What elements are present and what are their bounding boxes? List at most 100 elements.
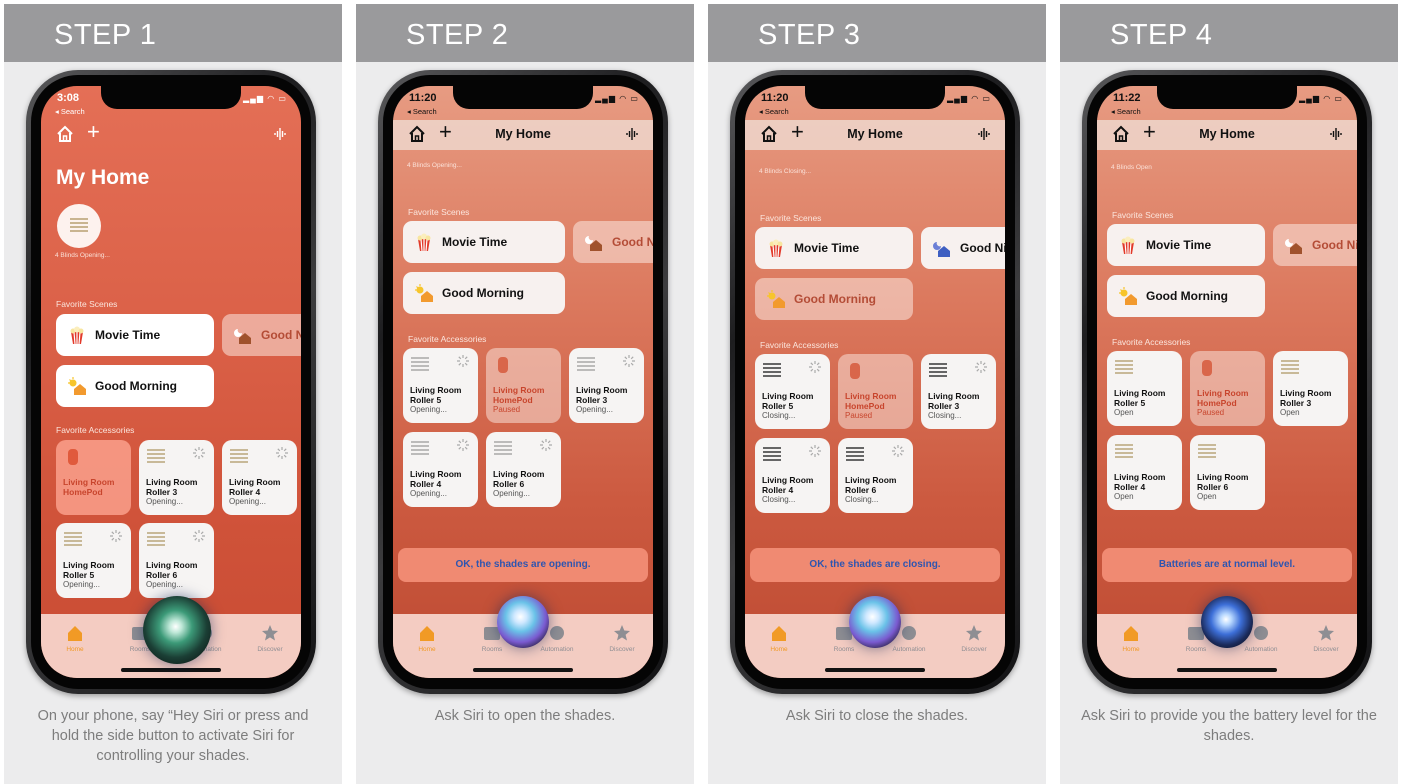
siri-orb[interactable] xyxy=(849,596,901,648)
blinds-icon xyxy=(1115,360,1133,374)
tab-discover[interactable]: Discover xyxy=(1300,624,1352,653)
accessory-roller-tile[interactable]: Living Room Roller 5 Open xyxy=(1107,351,1182,426)
accessory-status: Open xyxy=(1114,408,1134,417)
scene-label: Movie Time xyxy=(794,241,860,255)
accessory-roller-tile[interactable]: Living Room Roller 3 Open xyxy=(1273,351,1348,426)
tab-home[interactable]: Home xyxy=(1105,624,1157,653)
blinds-group-button[interactable] xyxy=(57,204,101,248)
tab-label: Automation xyxy=(892,646,926,653)
accessory-roller-tile[interactable]: Living Room Roller 3 Opening... xyxy=(569,348,644,423)
spinner-icon xyxy=(193,530,205,542)
status-time: 11:20 xyxy=(761,92,789,104)
sunrise-house-icon xyxy=(68,377,86,395)
add-button[interactable]: + xyxy=(87,121,100,143)
scene-label: Good Nig xyxy=(960,241,1005,255)
tab-home[interactable]: Home xyxy=(49,624,101,653)
siri-waveform-icon[interactable] xyxy=(625,127,639,141)
accessory-roller-tile[interactable]: Living Room Roller 4 Opening... xyxy=(403,432,478,507)
tab-discover[interactable]: Discover xyxy=(596,624,648,653)
home-indicator xyxy=(121,668,221,672)
accessory-roller-tile[interactable]: Living Room Roller 3 Opening... xyxy=(139,440,214,515)
accessory-roller-tile[interactable]: Living Room Roller 3 Closing... xyxy=(921,354,996,429)
siri-orb[interactable] xyxy=(497,596,549,648)
accessory-homepod-tile[interactable]: Living Room HomePod Paused xyxy=(1190,351,1265,426)
moon-house-icon xyxy=(1285,239,1302,254)
siri-waveform-icon[interactable] xyxy=(1329,127,1343,141)
accessory-roller-tile[interactable]: Living Room Roller 6 Opening... xyxy=(139,523,214,598)
scene-label: Good Morning xyxy=(95,379,177,393)
tab-label: Discover xyxy=(961,646,987,653)
iphone-frame: 3:08 ◂ Search ▂▄▆ ◠ ▭ + My Home 4 Blinds… xyxy=(26,70,316,694)
blinds-icon xyxy=(147,449,165,463)
tab-discover[interactable]: Discover xyxy=(948,624,1000,653)
nav-bar: + xyxy=(41,120,301,150)
tab-label: Discover xyxy=(609,646,635,653)
siri-waveform-icon[interactable] xyxy=(273,127,287,141)
accessory-status: Closing... xyxy=(762,411,796,420)
accessory-roller-tile[interactable]: Living Room Roller 5 Opening... xyxy=(56,523,131,598)
siri-orb[interactable] xyxy=(1201,596,1253,648)
home-icon xyxy=(68,626,82,641)
homepod-icon xyxy=(1202,360,1212,376)
blinds-icon xyxy=(230,449,248,463)
siri-orb[interactable] xyxy=(143,596,211,664)
scene-movie-time[interactable]: Movie Time xyxy=(403,221,565,263)
accessory-roller-tile[interactable]: Living Room Roller 6 Closing... xyxy=(838,438,913,513)
siri-waveform-icon[interactable] xyxy=(977,127,991,141)
accessory-roller-tile[interactable]: Living Room Roller 6 Opening... xyxy=(486,432,561,507)
tab-home[interactable]: Home xyxy=(401,624,453,653)
accessory-name: Living Room Roller 5 xyxy=(410,385,462,405)
tab-home[interactable]: Home xyxy=(753,624,805,653)
back-to-search-link[interactable]: ◂ Search xyxy=(1111,107,1141,116)
scene-good-night[interactable]: Good Nig xyxy=(921,227,1005,269)
favorite-accessories-heading: Favorite Accessories xyxy=(56,425,135,435)
accessory-name: Living Room Roller 4 xyxy=(762,475,814,495)
accessory-status: Paused xyxy=(493,405,521,414)
accessory-homepod-tile[interactable]: Living Room HomePod Paused xyxy=(838,354,913,429)
accessory-name: Living Room Roller 3 xyxy=(928,391,980,411)
tab-label: Rooms xyxy=(1185,646,1207,653)
accessory-roller-tile[interactable]: Living Room Roller 5 Opening... xyxy=(403,348,478,423)
scene-movie-time[interactable]: Movie Time xyxy=(1107,224,1265,266)
favorite-scenes-heading: Favorite Scenes xyxy=(760,213,822,223)
accessory-homepod-tile[interactable]: Living Room HomePod Paused xyxy=(486,348,561,423)
accessory-roller-tile[interactable]: Living Room Roller 4 Open xyxy=(1107,435,1182,510)
scene-movie-time[interactable]: Movie Time xyxy=(56,314,214,356)
tab-discover[interactable]: Discover xyxy=(244,624,296,653)
accessory-status: Opening... xyxy=(146,580,183,589)
back-to-search-link[interactable]: ◂ Search xyxy=(759,107,789,116)
scene-good-morning[interactable]: Good Morning xyxy=(1107,275,1265,317)
scene-good-morning[interactable]: Good Morning xyxy=(755,278,913,320)
accessory-name: Living Room HomePod xyxy=(845,391,897,411)
step-header: STEP 3 xyxy=(708,4,1046,62)
scene-good-morning[interactable]: Good Morning xyxy=(56,365,214,407)
accessory-roller-tile[interactable]: Living Room Roller 5 Closing... xyxy=(755,354,830,429)
home-icon[interactable] xyxy=(55,124,75,144)
back-to-search-link[interactable]: ◂ Search xyxy=(407,107,437,116)
popcorn-icon xyxy=(1121,236,1135,255)
home-indicator xyxy=(825,668,925,672)
spinner-icon xyxy=(457,355,469,367)
favorite-accessories-heading: Favorite Accessories xyxy=(1112,337,1191,347)
accessory-name: Living Room Roller 4 xyxy=(229,477,281,497)
accessory-homepod-tile[interactable]: Living Room HomePod xyxy=(56,440,131,515)
scene-good-night[interactable]: Good Ni xyxy=(573,221,653,263)
step-caption: Ask Siri to provide you the battery leve… xyxy=(1081,708,1377,744)
scene-movie-time[interactable]: Movie Time xyxy=(755,227,913,269)
scene-label: Good Ni xyxy=(612,235,653,249)
scene-good-morning[interactable]: Good Morning xyxy=(403,272,565,314)
accessory-status: Opening... xyxy=(576,405,613,414)
nav-bar: + My Home xyxy=(393,120,653,150)
popcorn-icon xyxy=(417,233,431,252)
spinner-icon xyxy=(193,447,205,459)
back-to-search-link[interactable]: ◂ Search xyxy=(55,107,85,116)
star-icon xyxy=(614,625,630,641)
tab-label: Home xyxy=(418,646,436,653)
accessory-roller-tile[interactable]: Living Room Roller 4 Closing... xyxy=(755,438,830,513)
accessory-roller-tile[interactable]: Living Room Roller 6 Open xyxy=(1190,435,1265,510)
home-icon xyxy=(420,626,434,641)
scene-good-night[interactable]: Good Ni xyxy=(1273,224,1357,266)
accessory-roller-tile[interactable]: Living Room Roller 4 Opening... xyxy=(222,440,297,515)
blinds-icon xyxy=(1115,444,1133,458)
scene-good-night[interactable]: Good Nig xyxy=(222,314,301,356)
